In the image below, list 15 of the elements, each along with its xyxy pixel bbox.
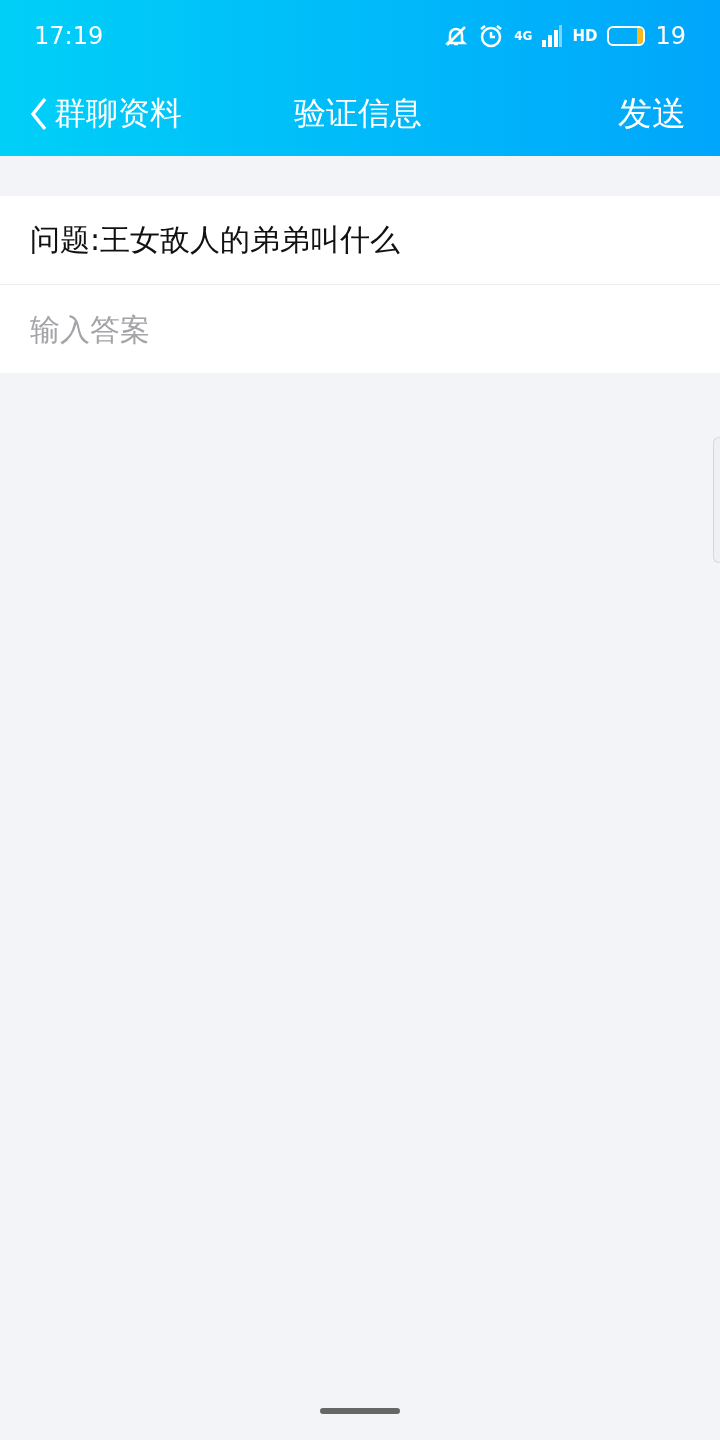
clock-time: 17:19 — [34, 22, 104, 50]
page-title: 验证信息 — [294, 93, 422, 134]
answer-field[interactable]: 输入答案 — [30, 311, 690, 347]
network-type-label: 4G — [514, 30, 533, 42]
send-button[interactable]: 发送 — [618, 91, 686, 137]
question-text: 问题:王女敌人的弟弟叫什么 — [30, 220, 401, 259]
signal-icon — [542, 25, 563, 47]
home-indicator[interactable] — [320, 1408, 400, 1414]
battery-percent: 19 — [655, 22, 686, 50]
side-handle[interactable] — [713, 437, 720, 563]
back-chevron-icon — [30, 97, 48, 131]
hd-voice-label: HD — [572, 27, 598, 45]
bell-muted-icon — [444, 24, 469, 48]
back-label: 群聊资料 — [54, 93, 182, 134]
back-button[interactable]: 群聊资料 — [30, 92, 182, 136]
